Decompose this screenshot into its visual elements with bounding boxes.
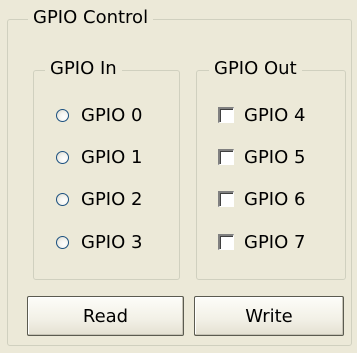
gpio-5-label: GPIO 5 xyxy=(244,146,306,168)
gpio-1-radio-option[interactable]: GPIO 1 xyxy=(56,143,142,171)
gpio-0-radio-button[interactable] xyxy=(56,108,69,122)
gpio-3-radio-button[interactable] xyxy=(56,235,69,249)
gpio-3-radio-option[interactable]: GPIO 3 xyxy=(56,228,142,256)
gpio-5-checkbox-option[interactable]: GPIO 5 xyxy=(218,143,305,171)
gpio-0-label: GPIO 0 xyxy=(81,104,143,126)
gpio-4-checkbox-option[interactable]: GPIO 4 xyxy=(218,101,305,129)
gpio-7-checkbox[interactable] xyxy=(218,234,234,250)
gpio-4-checkbox[interactable] xyxy=(218,107,234,123)
gpio-6-label: GPIO 6 xyxy=(244,188,306,210)
gpio-6-checkbox-option[interactable]: GPIO 6 xyxy=(218,185,305,213)
gpio-2-radio-option[interactable]: GPIO 2 xyxy=(56,185,142,213)
gpio-2-radio-button[interactable] xyxy=(56,192,69,206)
gpio-out-title: GPIO Out xyxy=(209,60,302,78)
gpio-7-label: GPIO 7 xyxy=(244,231,306,253)
gpio-6-checkbox[interactable] xyxy=(218,191,234,207)
write-button[interactable]: Write xyxy=(194,296,344,336)
gpio-7-checkbox-option[interactable]: GPIO 7 xyxy=(218,228,305,256)
gpio-1-radio-button[interactable] xyxy=(56,150,69,164)
gpio-0-radio-option[interactable]: GPIO 0 xyxy=(56,101,142,129)
gpio-in-title: GPIO In xyxy=(45,60,122,78)
gpio-5-checkbox[interactable] xyxy=(218,149,234,165)
gpio-1-label: GPIO 1 xyxy=(81,146,143,168)
read-button[interactable]: Read xyxy=(27,296,184,336)
gpio-4-label: GPIO 4 xyxy=(244,104,306,126)
gpio-2-label: GPIO 2 xyxy=(81,188,143,210)
gpio-control-title: GPIO Control xyxy=(28,9,154,27)
gpio-3-label: GPIO 3 xyxy=(81,231,143,253)
